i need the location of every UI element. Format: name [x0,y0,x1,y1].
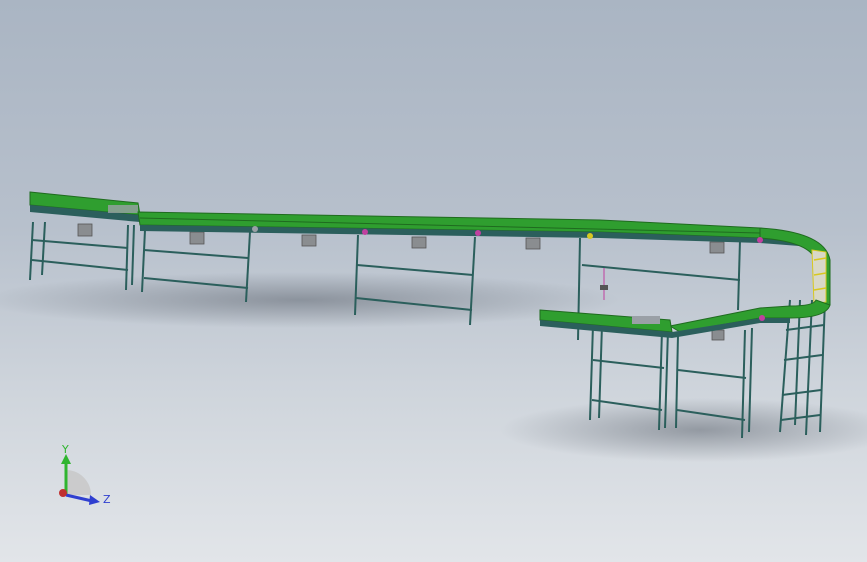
y-axis-label: Y [61,443,69,456]
ground-shadow [0,272,867,462]
conveyor-model[interactable] [0,0,867,562]
coordinate-triad-icon: Y Z [59,443,111,506]
z-axis-label: Z [103,493,111,506]
cad-viewport[interactable]: Y Z [0,0,867,562]
